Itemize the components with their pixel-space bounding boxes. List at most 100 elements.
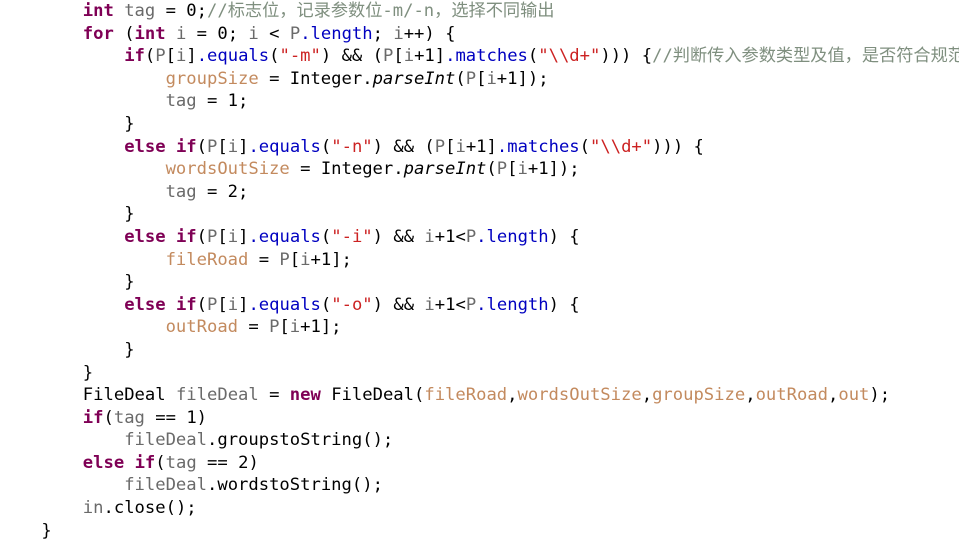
- code-token-var: P: [289, 23, 301, 44]
- code-token-pln: [: [165, 46, 176, 67]
- code-token-pln: (: [320, 294, 332, 315]
- code-lines-container: int tag = 0;//标志位，记录参数位-m/-n，选择不同输出 for …: [0, 0, 959, 542]
- code-token-var: i: [424, 226, 435, 247]
- code-token-pln: (: [269, 46, 280, 67]
- code-token-pln: (: [196, 226, 208, 247]
- code-token-pln: (: [455, 68, 466, 89]
- code-token-str: "-n": [331, 136, 373, 157]
- code-token-var: i: [486, 68, 497, 89]
- code-token-mth: groupstoString: [217, 430, 363, 451]
- code-token-kw: if: [134, 452, 156, 473]
- code-token-var: i: [393, 23, 404, 44]
- code-token-num: 0: [186, 1, 197, 21]
- code-token-blu: .matches: [445, 46, 528, 67]
- code-token-mthi: parseInt: [372, 68, 456, 89]
- code-token-pln: ;: [238, 181, 249, 202]
- code-token-pln: +1];: [310, 249, 352, 270]
- code-token-blu: .equals: [248, 226, 321, 247]
- code-token-pln: ) &&: [372, 226, 425, 247]
- code-token-pln: =: [258, 385, 290, 406]
- code-token-fld: groupSize: [165, 68, 259, 89]
- code-token-var: i: [248, 23, 259, 44]
- code-token-pln: ;: [238, 91, 249, 112]
- code-token-var: i: [227, 226, 239, 247]
- code-token-pln: [: [476, 68, 487, 89]
- code-token-pln: (: [486, 159, 497, 180]
- code-line: else if(tag == 2): [0, 452, 959, 475]
- code-token-var: tag: [165, 452, 197, 473]
- code-token-blu: .matches: [496, 136, 580, 157]
- code-token-kw: if: [124, 46, 145, 67]
- code-token-mth: close: [113, 498, 166, 519]
- code-token-kw: if: [175, 294, 197, 315]
- code-token-pln: );: [869, 385, 891, 406]
- code-token-var: P: [465, 226, 477, 247]
- code-token-pln: (: [144, 46, 156, 67]
- code-line: if(tag == 1): [0, 407, 959, 430]
- code-token-typ: Integer: [320, 159, 394, 180]
- code-token-num: 0: [217, 23, 228, 44]
- code-token-var: P: [496, 159, 508, 180]
- code-token-pln: .: [362, 68, 373, 89]
- code-token-pln: (: [113, 23, 135, 44]
- code-token-pln: +1]: [414, 46, 446, 67]
- code-token-kw: for: [82, 23, 114, 44]
- code-token-pln: (: [320, 136, 332, 157]
- code-token-pln: ): [196, 407, 208, 428]
- code-token-pln: (: [196, 294, 208, 315]
- code-token-pln: [166, 137, 176, 157]
- code-token-fld: out: [838, 385, 870, 406]
- code-token-str: "-i": [331, 226, 373, 247]
- code-line: else if(P[i].equals("-o") && i+1<P.lengt…: [0, 294, 959, 317]
- code-token-pln: (: [579, 136, 591, 157]
- code-token-pln: ) {: [548, 294, 580, 315]
- code-token-pln: [: [217, 226, 228, 247]
- code-token-fld: groupSize: [652, 385, 746, 406]
- code-token-pln: =: [196, 181, 228, 202]
- code-token-var: i: [424, 294, 435, 315]
- code-token-pln: ) && (: [320, 46, 383, 67]
- code-line: tag = 1;: [0, 90, 959, 113]
- code-line: }: [0, 339, 959, 362]
- code-token-var: P: [279, 249, 290, 270]
- code-token-var: i: [455, 136, 466, 157]
- code-token-pln: }: [82, 362, 94, 383]
- code-token-kw: int: [134, 23, 166, 44]
- code-token-pln: .: [103, 498, 114, 519]
- code-token-pln: [166, 295, 176, 315]
- code-token-blu: .equals: [196, 46, 270, 67]
- code-token-pln: (: [414, 385, 425, 406]
- code-token-pln: +1<: [434, 294, 466, 315]
- code-token-var: P: [207, 226, 218, 247]
- code-token-str: "\\d+": [538, 46, 601, 67]
- code-token-pln: ();: [165, 498, 197, 519]
- code-line: int tag = 0;//标志位，记录参数位-m/-n，选择不同输出: [0, 0, 959, 23]
- code-token-var: i: [175, 46, 187, 67]
- code-token-cmt: //标志位，记录参数位-m/-n，选择不同输出: [207, 1, 555, 21]
- code-token-var: P: [155, 46, 166, 67]
- code-token-var: i: [300, 249, 311, 270]
- code-viewer[interactable]: int tag = 0;//标志位，记录参数位-m/-n，选择不同输出 for …: [0, 0, 959, 546]
- code-token-kw: if: [82, 407, 104, 428]
- code-token-var: P: [434, 136, 446, 157]
- code-token-var: fileDeal: [124, 475, 207, 496]
- code-token-fld: wordsOutSize: [165, 159, 290, 180]
- code-token-var: i: [227, 136, 239, 157]
- code-line: }: [0, 203, 959, 226]
- code-token-pln: ))) {: [652, 136, 704, 157]
- code-token-pln: +1]);: [496, 68, 549, 89]
- code-token-pln: ();: [351, 475, 383, 496]
- code-token-var: P: [465, 294, 477, 315]
